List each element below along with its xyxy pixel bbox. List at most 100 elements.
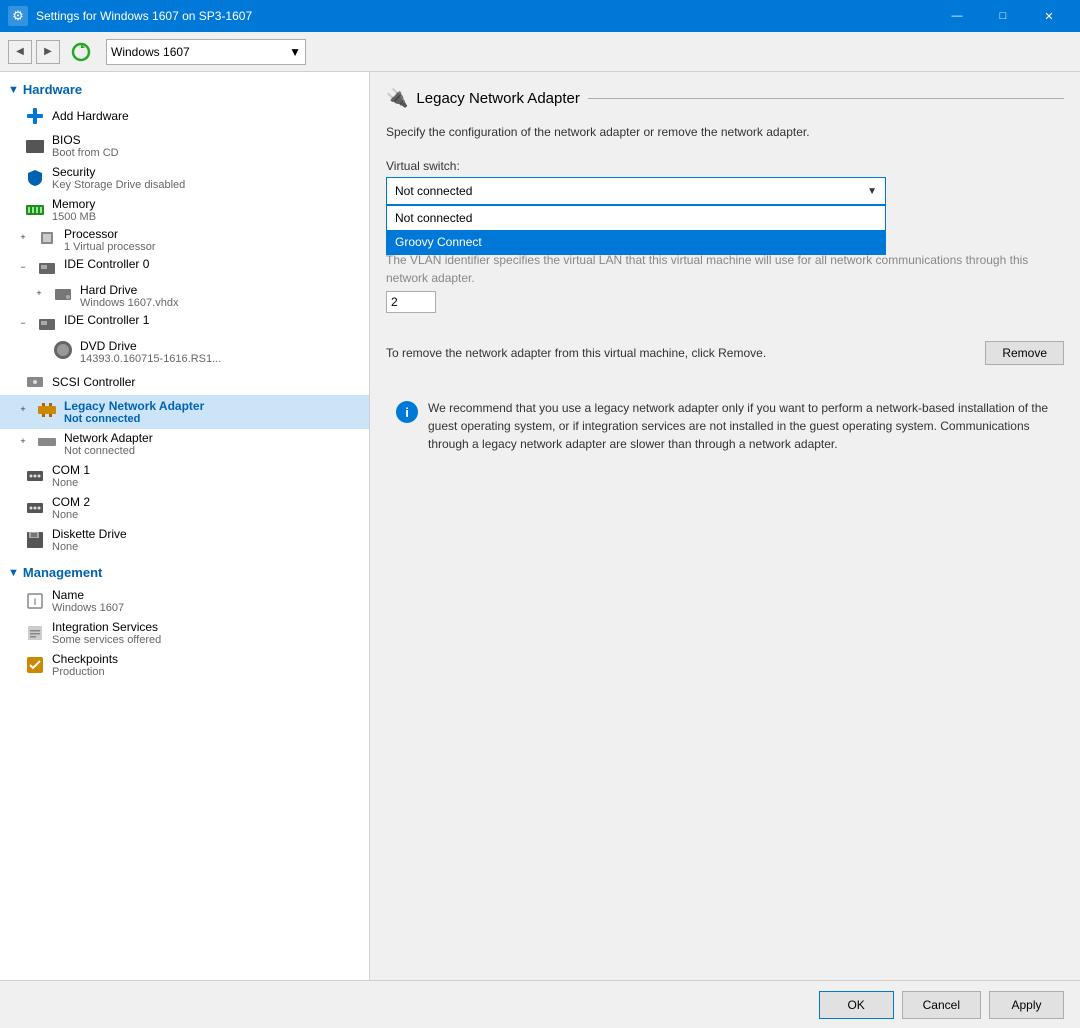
dvd-drive-sublabel: 14393.0.160715-1616.RS1... (80, 353, 221, 365)
com1-label: COM 1 (52, 463, 90, 477)
minimize-button[interactable]: — (934, 0, 980, 32)
hard-drive-sublabel: Windows 1607.vhdx (80, 297, 178, 309)
panel-title-row: 🔌 Legacy Network Adapter (386, 88, 1064, 109)
virtual-switch-value: Not connected (395, 184, 472, 198)
dvd-drive-label: DVD Drive (80, 339, 221, 353)
checkpoints-sublabel: Production (52, 666, 118, 678)
processor-label: Processor (64, 227, 156, 241)
checkpoints-label: Checkpoints (52, 652, 118, 666)
sidebar-item-memory[interactable]: Memory 1500 MB (0, 193, 369, 225)
ide0-icon (36, 257, 58, 279)
sidebar: ▼ Hardware Add Hardware BIOS Boot (0, 72, 370, 980)
network-adapter-expand-icon: + (16, 434, 30, 448)
bios-icon (24, 135, 46, 157)
sidebar-section-management[interactable]: ▼ Management (0, 559, 369, 584)
security-label: Security (52, 165, 185, 179)
virtual-switch-section: Virtual switch: Not connected ▼ Not conn… (386, 159, 1064, 205)
com2-label: COM 2 (52, 495, 90, 509)
add-hardware-icon (24, 105, 46, 127)
sidebar-item-bios[interactable]: BIOS Boot from CD (0, 129, 369, 161)
sidebar-item-ide0[interactable]: − IDE Controller 0 (0, 255, 369, 281)
processor-sublabel: 1 Virtual processor (64, 241, 156, 253)
scsi-icon (24, 371, 46, 393)
svg-text:I: I (34, 597, 37, 607)
refresh-icon (70, 41, 92, 63)
integration-sublabel: Some services offered (52, 634, 161, 646)
sidebar-item-add-hardware[interactable]: Add Hardware (0, 101, 369, 129)
sidebar-item-hard-drive[interactable]: + Hard Drive Windows 1607.vhdx (0, 281, 369, 311)
vm-selector-value: Windows 1607 (111, 45, 190, 59)
sidebar-section-hardware[interactable]: ▼ Hardware (0, 76, 369, 101)
sidebar-item-name[interactable]: I Name Windows 1607 (0, 584, 369, 616)
nav-forward-button[interactable]: ▶ (36, 40, 60, 64)
processor-icon (36, 227, 58, 249)
close-button[interactable]: ✕ (1026, 0, 1072, 32)
ide1-label: IDE Controller 1 (64, 313, 149, 327)
dropdown-option-not-connected[interactable]: Not connected (387, 206, 885, 230)
info-text: We recommend that you use a legacy netwo… (428, 399, 1054, 453)
maximize-button[interactable]: □ (980, 0, 1026, 32)
processor-expand-icon: + (16, 230, 30, 244)
network-adapter-label: Network Adapter (64, 431, 153, 445)
legacy-network-sublabel: Not connected (64, 413, 204, 425)
panel-title-icon: 🔌 (386, 88, 408, 109)
management-collapse-icon: ▼ (8, 567, 19, 579)
sidebar-item-security[interactable]: Security Key Storage Drive disabled (0, 161, 369, 193)
ide1-expand-icon: − (16, 316, 30, 330)
hardware-section-label: Hardware (23, 82, 82, 97)
vm-selector-dropdown[interactable]: Windows 1607 ▼ (106, 39, 306, 65)
virtual-switch-label: Virtual switch: (386, 159, 1064, 173)
security-icon (24, 167, 46, 189)
sidebar-item-scsi[interactable]: SCSI Controller (0, 367, 369, 395)
diskette-icon (24, 529, 46, 551)
sidebar-item-ide1[interactable]: − IDE Controller 1 (0, 311, 369, 337)
vm-selector-arrow: ▼ (289, 45, 301, 59)
nav-back-button[interactable]: ◀ (8, 40, 32, 64)
hardware-collapse-icon: ▼ (8, 84, 19, 96)
ok-button[interactable]: OK (819, 991, 894, 1019)
sidebar-item-integration-services[interactable]: Integration Services Some services offer… (0, 616, 369, 648)
titlebar-title: Settings for Windows 1607 on SP3-1607 (36, 9, 934, 23)
ide0-expand-icon: − (16, 260, 30, 274)
sidebar-item-network-adapter[interactable]: + Network Adapter Not connected (0, 429, 369, 459)
sidebar-item-checkpoints[interactable]: Checkpoints Production (0, 648, 369, 680)
titlebar: ⚙ Settings for Windows 1607 on SP3-1607 … (0, 0, 1080, 32)
diskette-label: Diskette Drive (52, 527, 127, 541)
sidebar-item-diskette[interactable]: Diskette Drive None (0, 523, 369, 555)
dvd-drive-icon (52, 339, 74, 361)
management-section-label: Management (23, 565, 102, 580)
memory-icon (24, 199, 46, 221)
dropdown-option-groovy-connect[interactable]: Groovy Connect (387, 230, 885, 254)
remove-section: To remove the network adapter from this … (386, 341, 1064, 365)
legacy-network-expand-icon: + (16, 402, 30, 416)
legacy-network-label: Legacy Network Adapter (64, 399, 204, 413)
checkpoints-icon (24, 654, 46, 676)
virtual-switch-dropdown-list: Not connected Groovy Connect (386, 205, 886, 255)
content-area: ▼ Hardware Add Hardware BIOS Boot (0, 72, 1080, 980)
dvd-drive-expand-icon (32, 342, 46, 356)
network-adapter-sublabel: Not connected (64, 445, 153, 457)
info-box: i We recommend that you use a legacy net… (386, 389, 1064, 463)
app-icon: ⚙ (8, 6, 28, 26)
virtual-switch-dropdown[interactable]: Not connected ▼ (386, 177, 886, 205)
sidebar-item-com2[interactable]: COM 2 None (0, 491, 369, 523)
sidebar-item-processor[interactable]: + Processor 1 Virtual processor (0, 225, 369, 255)
hard-drive-label: Hard Drive (80, 283, 178, 297)
cancel-button[interactable]: Cancel (902, 991, 981, 1019)
com1-sublabel: None (52, 477, 90, 489)
sidebar-item-dvd-drive[interactable]: DVD Drive 14393.0.160715-1616.RS1... (0, 337, 369, 367)
hard-drive-expand-icon: + (32, 286, 46, 300)
com1-icon (24, 465, 46, 487)
integration-icon (24, 622, 46, 644)
remove-button[interactable]: Remove (985, 341, 1064, 365)
main-container: ◀ ▶ Windows 1607 ▼ ▼ Hardware (0, 32, 1080, 1028)
vlan-input[interactable] (386, 291, 436, 313)
refresh-button[interactable] (68, 39, 94, 65)
sidebar-item-legacy-network-adapter[interactable]: + Legacy Network Adapter Not connected (0, 395, 369, 429)
diskette-sublabel: None (52, 541, 127, 553)
right-panel: 🔌 Legacy Network Adapter Specify the con… (370, 72, 1080, 980)
apply-button[interactable]: Apply (989, 991, 1064, 1019)
network-adapter-icon (36, 431, 58, 453)
panel-description: Specify the configuration of the network… (386, 125, 1064, 139)
sidebar-item-com1[interactable]: COM 1 None (0, 459, 369, 491)
